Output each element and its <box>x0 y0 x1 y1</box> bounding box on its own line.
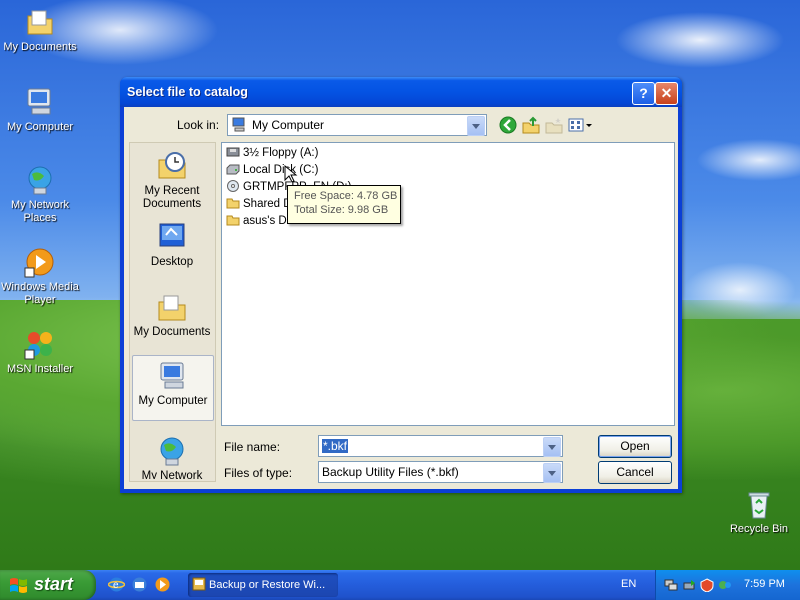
folder-icon <box>226 214 240 226</box>
mouse-pointer-icon <box>284 164 298 183</box>
recent-documents-icon <box>156 150 188 182</box>
taskbar: start e Backup or Restore Wi... EN 7:59 … <box>0 570 800 600</box>
hard-disk-icon <box>226 163 240 175</box>
desktop-icon-recycle-bin[interactable]: Recycle Bin <box>719 488 799 536</box>
my-documents-icon <box>24 6 56 38</box>
files-of-type-select[interactable]: Backup Utility Files (*.bkf) <box>318 461 563 483</box>
outlook-express-icon[interactable] <box>131 576 148 593</box>
network-tray-icon[interactable] <box>664 578 678 592</box>
security-center-icon[interactable] <box>700 578 714 593</box>
look-in-label: Look in: <box>177 118 220 132</box>
cd-drive-icon <box>226 180 240 192</box>
clock[interactable]: 7:59 PM <box>744 578 785 590</box>
desktop-icon-media-player[interactable]: Windows Media Player <box>0 246 80 307</box>
views-menu-icon[interactable] <box>567 115 593 135</box>
list-item-local-disk[interactable]: Local Disk (C:) <box>226 163 318 179</box>
drive-tooltip: Free Space: 4.78 GB Total Size: 9.98 GB <box>287 185 401 224</box>
up-folder-icon[interactable] <box>521 115 541 135</box>
look-in-combo[interactable]: My Computer <box>227 114 487 136</box>
desktop-icon-network-places[interactable]: My Network Places <box>0 164 80 225</box>
file-name-label: File name: <box>224 440 281 454</box>
tooltip-free-space: Free Space: 4.78 GB <box>294 190 398 202</box>
close-button[interactable]: ✕ <box>655 82 678 105</box>
file-list[interactable]: 3½ Floppy (A:) Local Disk (C:) GRTMPFPP_… <box>221 142 675 426</box>
place-my-network[interactable]: My Network <box>132 431 212 479</box>
place-label: Desktop <box>150 256 194 268</box>
my-computer-small-icon <box>232 117 247 132</box>
place-my-computer[interactable]: My Computer <box>132 355 214 421</box>
dialog-titlebar[interactable]: Select file to catalog ? ✕ <box>120 77 682 107</box>
back-icon[interactable] <box>498 115 518 135</box>
place-label: My Network <box>141 470 203 479</box>
files-of-type-value: Backup Utility Files (*.bkf) <box>322 465 459 479</box>
place-desktop[interactable]: Desktop <box>132 217 212 277</box>
start-button[interactable]: start <box>0 570 96 600</box>
dialog-client: Look in: My Computer My Recent Documents… <box>124 107 678 489</box>
desktop-icon-label: MSN Installer <box>6 363 74 375</box>
system-tray: 7:59 PM <box>655 570 800 600</box>
place-label: My Computer <box>138 395 208 407</box>
dialog-title: Select file to catalog <box>127 85 248 99</box>
desktop-icon-label: Windows Media Player <box>1 281 79 306</box>
desktop-icon-my-documents[interactable]: My Documents <box>0 6 80 54</box>
chevron-down-icon[interactable] <box>467 116 485 136</box>
desktop-icon-label: My Documents <box>3 41 77 53</box>
taskbar-item-backup[interactable]: Backup or Restore Wi... <box>188 573 338 597</box>
start-label: start <box>34 574 74 594</box>
folder-icon <box>226 197 240 209</box>
desktop-icon <box>156 221 188 253</box>
chevron-down-icon[interactable] <box>543 463 561 483</box>
msn-tray-icon[interactable] <box>718 578 732 592</box>
backup-app-icon <box>192 577 206 591</box>
recycle-bin-icon <box>743 488 775 520</box>
network-places-icon <box>24 164 56 196</box>
taskbar-item-label: Backup or Restore Wi... <box>209 579 326 591</box>
my-documents-icon <box>156 291 188 323</box>
my-computer-icon <box>157 360 189 392</box>
cancel-button[interactable]: Cancel <box>598 461 672 484</box>
tooltip-total-size: Total Size: 9.98 GB <box>294 204 389 216</box>
select-file-dialog: Select file to catalog ? ✕ Look in: My C… <box>120 77 682 493</box>
chevron-down-icon[interactable] <box>543 437 561 457</box>
my-computer-icon <box>24 86 56 118</box>
place-label: My Recent Documents <box>142 185 202 210</box>
svg-text:e: e <box>113 580 119 591</box>
place-my-recent-documents[interactable]: My Recent Documents <box>132 146 212 212</box>
place-label: My Documents <box>133 326 211 338</box>
file-name: Local Disk (C:) <box>243 164 319 176</box>
look-in-value: My Computer <box>252 118 325 132</box>
media-player-icon <box>24 246 56 278</box>
msn-icon <box>24 328 56 360</box>
desktop-icon-label: My Computer <box>6 121 74 133</box>
open-button[interactable]: Open <box>598 435 672 458</box>
media-player-icon[interactable] <box>154 576 171 593</box>
internet-explorer-icon[interactable]: e <box>107 576 126 593</box>
list-item-floppy[interactable]: 3½ Floppy (A:) <box>226 146 318 162</box>
desktop-icon-my-computer[interactable]: My Computer <box>0 86 80 134</box>
file-name-value: *.bkf <box>322 439 349 453</box>
language-indicator[interactable]: EN <box>621 578 636 590</box>
help-button[interactable]: ? <box>632 82 655 105</box>
file-name-field[interactable]: *.bkf <box>318 435 563 457</box>
place-my-documents[interactable]: My Documents <box>132 287 212 347</box>
places-bar: My Recent Documents Desktop My Documents… <box>129 142 216 482</box>
network-places-icon <box>156 435 188 467</box>
desktop-icon-label: My Network Places <box>10 199 70 224</box>
desktop-icon-msn-installer[interactable]: MSN Installer <box>0 328 80 376</box>
safely-remove-hardware-icon[interactable] <box>682 578 696 592</box>
desktop-icon-label: Recycle Bin <box>729 523 789 535</box>
windows-logo-icon <box>9 577 27 593</box>
file-name: 3½ Floppy (A:) <box>243 147 319 159</box>
floppy-icon <box>226 146 240 158</box>
files-of-type-label: Files of type: <box>224 466 293 480</box>
new-folder-icon[interactable] <box>544 115 564 135</box>
